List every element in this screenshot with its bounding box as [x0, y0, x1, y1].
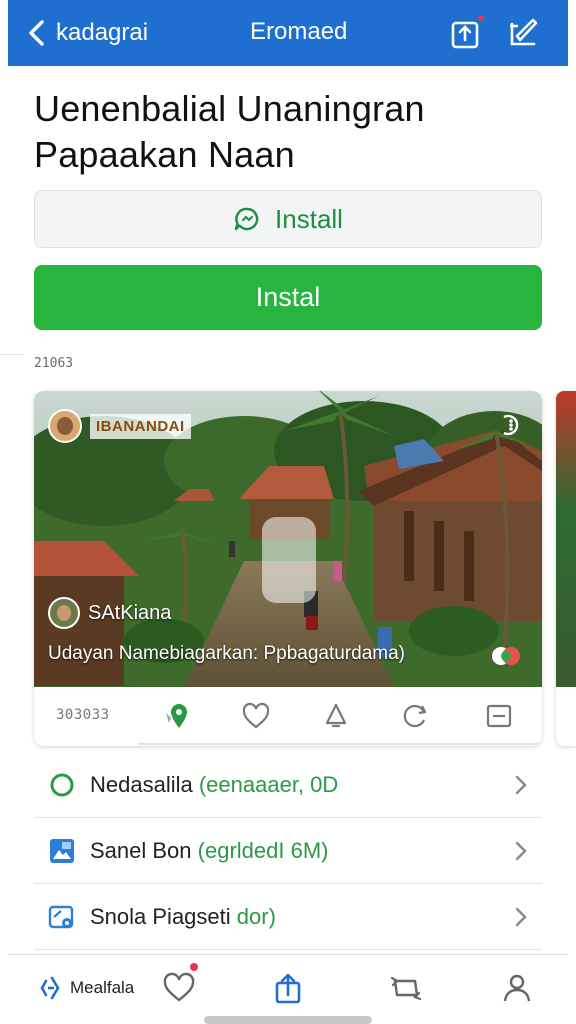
divider — [0, 354, 24, 355]
post-count: 303033 — [56, 707, 110, 723]
notification-badge — [476, 13, 486, 23]
camera-file-icon — [48, 905, 74, 928]
image-file-icon — [50, 838, 74, 863]
source-chip[interactable]: IBANANDAI — [48, 407, 191, 445]
top-app-bar: kadagrai Eromaed — [8, 0, 568, 66]
refresh-icon[interactable] — [400, 701, 430, 731]
author-name: SAtKiana — [88, 601, 172, 624]
meta-text: 21063 — [34, 356, 74, 371]
page-title-line2: Papaakan Naan — [34, 134, 295, 175]
chat-bubble-icon — [234, 207, 259, 231]
install-primary-button[interactable]: Instal — [34, 265, 542, 330]
list-item-detail: (eenaaaer, 0D — [198, 771, 339, 797]
repost-icon[interactable] — [389, 971, 423, 1005]
chevron-right-icon — [515, 841, 527, 861]
install-outline-label: Install — [275, 203, 343, 234]
page-title-line1: Uenenbalial Unaningran — [34, 88, 425, 129]
author-row[interactable]: SAtKiana — [48, 597, 171, 629]
circle-outline-icon — [50, 773, 74, 796]
nav-home-label: Mealfala — [70, 978, 135, 997]
author-avatar — [48, 597, 80, 629]
bookmark-box-icon[interactable] — [484, 701, 514, 731]
list-item-label: Snola Piagseti — [90, 903, 231, 929]
chevron-left-icon — [29, 20, 44, 46]
list-item-label: Nedasalila — [90, 771, 193, 797]
more-options-icon[interactable] — [498, 413, 522, 437]
post-card[interactable]: IBANANDAI SAtKiana Udayan Namebiagarkan:… — [34, 391, 542, 746]
nav-home[interactable]: Mealfala — [38, 973, 134, 1003]
list-item-detail: (egrldedI 6M) — [197, 837, 329, 863]
install-outline-button[interactable]: Install — [34, 190, 542, 248]
media-overlay — [262, 517, 316, 603]
profile-icon[interactable] — [500, 971, 534, 1005]
source-badge-label: IBANANDAI — [90, 413, 191, 439]
app-bar-title: Eromaed — [250, 18, 348, 45]
list-item-detail: dor) — [236, 903, 276, 929]
install-primary-label: Instal — [255, 282, 321, 312]
back-button[interactable]: kadagrai — [26, 19, 148, 47]
chevron-right-icon — [515, 907, 527, 927]
next-card-peek[interactable] — [556, 391, 576, 746]
home-indicator — [204, 1016, 372, 1024]
brand-logo-icon — [492, 647, 520, 665]
actions-progress-line — [138, 743, 542, 745]
list-item-label: Sanel Bon — [90, 837, 192, 863]
heart-icon[interactable] — [162, 971, 196, 1005]
page-title: Uenenbalial Unaningran Papaakan Naan — [34, 86, 554, 178]
home-icon — [40, 976, 60, 1000]
post-caption: Udayan Namebiagarkan: Ppbagaturdama) — [48, 643, 405, 664]
bottom-navigation: Mealfala — [8, 954, 568, 1024]
edit-icon[interactable] — [506, 14, 542, 52]
heart-outline-icon[interactable] — [241, 701, 271, 731]
list-item[interactable]: Nedasalila (eenaaaer, 0D — [34, 752, 542, 818]
source-avatar — [48, 409, 82, 443]
back-label: kadagrai — [56, 19, 149, 46]
list-item[interactable]: Snola Piagseti dor) — [34, 884, 542, 950]
post-image[interactable]: IBANANDAI SAtKiana Udayan Namebiagarkan:… — [34, 391, 542, 687]
location-pin-icon[interactable] — [162, 701, 192, 731]
bell-icon[interactable] — [321, 701, 351, 731]
share-icon[interactable] — [271, 971, 305, 1005]
nav-notification-dot — [190, 963, 198, 971]
post-actions: 303033 — [34, 687, 542, 746]
list-item[interactable]: Sanel Bon (egrldedI 6M) — [34, 818, 542, 884]
chevron-right-icon — [515, 775, 527, 795]
